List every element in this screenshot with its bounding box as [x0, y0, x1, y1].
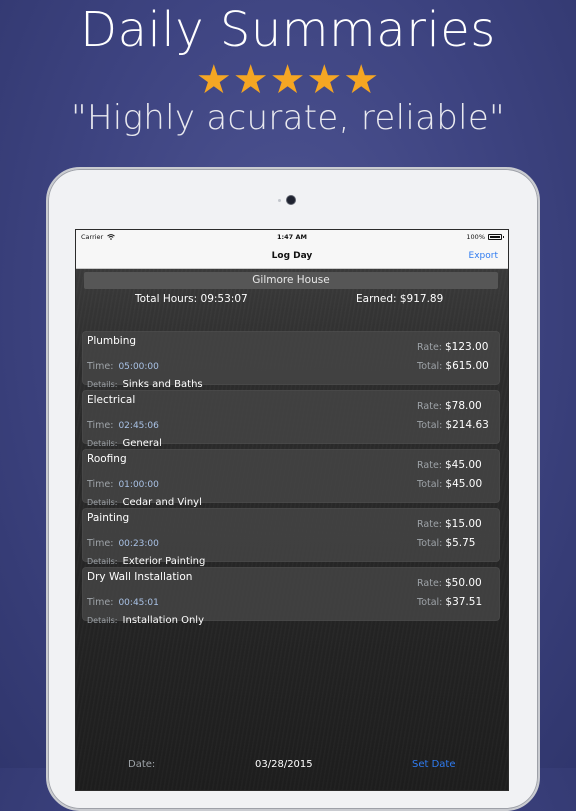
- rate-value: $78.00: [444, 400, 482, 412]
- total-value: $5.75: [445, 537, 476, 549]
- total-label: Total:: [417, 538, 443, 549]
- promo-quote: "Highly acurate, reliable": [71, 98, 505, 138]
- details-value: Installation Only: [122, 615, 205, 626]
- job-name: Gilmore House: [84, 272, 498, 289]
- total-label: Total:: [417, 597, 443, 608]
- entry-time: Time: 00:45:01: [87, 590, 159, 609]
- entry-time: Time: 05:00:00: [87, 354, 159, 373]
- total-value: $214.63: [445, 419, 489, 431]
- time-label: Time:: [87, 361, 114, 372]
- entry-card[interactable]: Plumbing Time: 05:00:00 Details: Sinks an…: [82, 331, 500, 390]
- entry-time: Time: 01:00:00: [87, 472, 159, 491]
- date-value: 03/28/2015: [255, 759, 313, 770]
- details-label: Details:: [87, 557, 118, 566]
- entry-time: Time: 02:45:06: [87, 413, 159, 432]
- entry-card[interactable]: Dry Wall Installation Time: 00:45:01 Deta…: [82, 567, 500, 626]
- battery-group: 100%: [466, 230, 504, 244]
- log-content[interactable]: Gilmore House Total Hours: 09:53:07 Earn…: [76, 269, 508, 790]
- details-value: Exterior Painting: [122, 556, 206, 567]
- total-hours-value: 09:53:07: [200, 293, 248, 305]
- rate-label: Rate:: [417, 519, 442, 530]
- time-value: 00:23:00: [118, 539, 159, 549]
- entry-details: Details: General: [87, 431, 162, 450]
- entry-details: Details: Exterior Painting: [87, 549, 205, 568]
- entry-total: Total: $5.75: [417, 531, 475, 550]
- details-value: Sinks and Baths: [122, 379, 203, 390]
- rate-label: Rate:: [417, 578, 442, 589]
- promo-headline: Daily Summaries: [80, 2, 496, 58]
- time-label: Time:: [87, 538, 114, 549]
- entry-total: Total: $45.00: [417, 472, 482, 491]
- entry-details: Details: Cedar and Vinyl: [87, 490, 202, 509]
- total-value: $45.00: [445, 478, 483, 490]
- details-label: Details:: [87, 498, 118, 507]
- total-value: $37.51: [445, 596, 483, 608]
- sensor-icon: [278, 199, 281, 202]
- total-label: Total:: [417, 361, 443, 372]
- rate-value: $15.00: [444, 518, 482, 530]
- entry-rate: Rate: $50.00: [417, 571, 482, 590]
- entry-name: Roofing: [87, 453, 127, 465]
- rate-value: $123.00: [444, 341, 489, 353]
- total-hours-label: Total Hours:: [135, 293, 198, 305]
- totals-row: Total Hours: 09:53:07 Earned: $917.89: [76, 291, 508, 307]
- total-hours: Total Hours: 09:53:07: [135, 291, 248, 307]
- total-label: Total:: [417, 479, 443, 490]
- earned: Earned: $917.89: [356, 291, 443, 307]
- status-bar: Carrier 1:47 AM 100%: [76, 230, 508, 244]
- rate-value: $50.00: [444, 577, 482, 589]
- total-value: $615.00: [445, 360, 489, 372]
- details-label: Details:: [87, 439, 118, 448]
- time-value: 00:45:01: [118, 598, 159, 608]
- earned-value: $917.89: [399, 293, 444, 305]
- details-label: Details:: [87, 616, 118, 625]
- rate-value: $45.00: [444, 459, 482, 471]
- entry-rate: Rate: $123.00: [417, 335, 488, 354]
- entry-total: Total: $214.63: [417, 413, 489, 432]
- entry-details: Details: Sinks and Baths: [87, 372, 203, 391]
- time-value: 02:45:06: [118, 421, 159, 431]
- export-button[interactable]: Export: [469, 244, 498, 268]
- time-label: Time:: [87, 420, 114, 431]
- details-label: Details:: [87, 380, 118, 389]
- entry-name: Electrical: [87, 394, 136, 406]
- entry-card[interactable]: Electrical Time: 02:45:06 Details: Genera…: [82, 390, 500, 449]
- date-label: Date:: [128, 759, 156, 770]
- status-time: 1:47 AM: [277, 233, 307, 241]
- details-value: Cedar and Vinyl: [122, 497, 202, 508]
- entry-rate: Rate: $45.00: [417, 453, 482, 472]
- entry-rate: Rate: $15.00: [417, 512, 482, 531]
- total-label: Total:: [417, 420, 443, 431]
- time-label: Time:: [87, 479, 114, 490]
- entry-name: Dry Wall Installation: [87, 571, 193, 583]
- camera-icon: [287, 196, 295, 204]
- entry-name: Plumbing: [87, 335, 137, 347]
- entry-card[interactable]: Painting Time: 00:23:00 Details: Exterior…: [82, 508, 500, 567]
- entry-time: Time: 00:23:00: [87, 531, 159, 550]
- date-footer: Date: 03/28/2015 Set Date: [76, 754, 508, 784]
- nav-title: Log Day: [271, 251, 313, 261]
- rate-label: Rate:: [417, 401, 442, 412]
- entry-details: Details: Installation Only: [87, 608, 204, 627]
- rate-label: Rate:: [417, 342, 442, 353]
- time-value: 01:00:00: [118, 480, 159, 490]
- entry-rate: Rate: $78.00: [417, 394, 482, 413]
- time-value: 05:00:00: [118, 362, 159, 372]
- entry-card[interactable]: Roofing Time: 01:00:00 Details: Cedar and…: [82, 449, 500, 508]
- navigation-bar: Log Day Export: [76, 244, 508, 269]
- app-screen: Carrier 1:47 AM 100% Log Day Export Gilm…: [75, 229, 509, 791]
- entry-name: Painting: [87, 512, 130, 524]
- time-label: Time:: [87, 597, 114, 608]
- details-value: General: [122, 438, 162, 449]
- earned-label: Earned:: [356, 293, 397, 305]
- entry-total: Total: $615.00: [417, 354, 489, 373]
- battery-icon: [488, 234, 504, 240]
- rate-label: Rate:: [417, 460, 442, 471]
- battery-percent: 100%: [466, 233, 485, 241]
- entry-total: Total: $37.51: [417, 590, 482, 609]
- set-date-button[interactable]: Set Date: [412, 759, 456, 770]
